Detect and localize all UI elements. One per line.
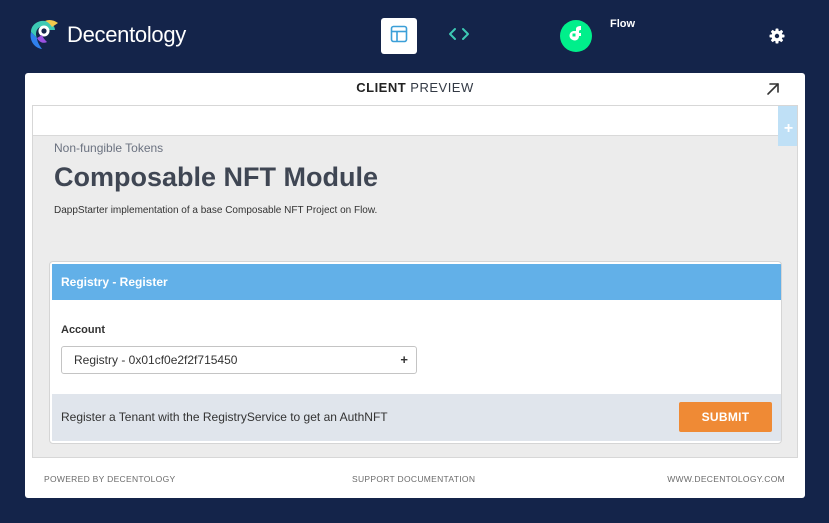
support-documentation-link[interactable]: SUPPORT DOCUMENTATION	[352, 474, 475, 484]
page-footer: POWERED BY DECENTOLOGY SUPPORT DOCUMENTA…	[25, 468, 805, 488]
layout-view-button[interactable]	[381, 18, 417, 54]
page-description: DappStarter implementation of a base Com…	[54, 205, 378, 216]
card-header: Registry - Register	[52, 264, 781, 300]
code-view-button[interactable]	[441, 18, 477, 54]
panel-title-bold: CLIENT	[356, 80, 407, 95]
plus-icon[interactable]: +	[400, 347, 408, 373]
website-link[interactable]: WWW.DECENTOLOGY.COM	[667, 474, 785, 484]
add-tab-button[interactable]: +	[778, 106, 797, 146]
code-icon	[448, 26, 470, 47]
account-value: Registry - 0x01cf0e2f2f715450	[74, 353, 238, 367]
brand-logo[interactable]: Decentology	[25, 18, 186, 52]
panel-title-rest: PREVIEW	[406, 80, 474, 95]
account-label: Account	[61, 324, 105, 336]
client-preview-panel: CLIENT PREVIEW + Non-fungible Tokens Com…	[25, 73, 805, 498]
account-select[interactable]: Registry - 0x01cf0e2f2f715450 +	[61, 346, 417, 374]
top-bar: Decentology Flow	[0, 0, 829, 72]
page-title: Composable NFT Module	[54, 162, 378, 192]
powered-by-link[interactable]: POWERED BY DECENTOLOGY	[44, 474, 175, 484]
network-label: Flow	[610, 18, 636, 30]
preview-frame: + Non-fungible Tokens Composable NFT Mod…	[32, 105, 798, 458]
flow-network-button[interactable]	[560, 20, 592, 52]
layout-icon	[390, 25, 408, 48]
parrot-logo-icon	[25, 18, 63, 52]
brand-name: Decentology	[67, 22, 186, 47]
preview-tab-bar	[33, 106, 778, 136]
submit-button[interactable]: SUBMIT	[679, 402, 772, 432]
breadcrumb[interactable]: Non-fungible Tokens	[54, 141, 163, 155]
expand-arrow-icon[interactable]	[765, 81, 781, 97]
card-footer: Register a Tenant with the RegistryServi…	[52, 394, 781, 441]
gear-icon[interactable]	[767, 26, 787, 46]
panel-title: CLIENT PREVIEW	[25, 73, 805, 103]
registry-register-card: Registry - Register Account Registry - 0…	[49, 261, 782, 444]
card-footer-text: Register a Tenant with the RegistryServi…	[61, 410, 388, 424]
flow-icon	[566, 24, 586, 49]
